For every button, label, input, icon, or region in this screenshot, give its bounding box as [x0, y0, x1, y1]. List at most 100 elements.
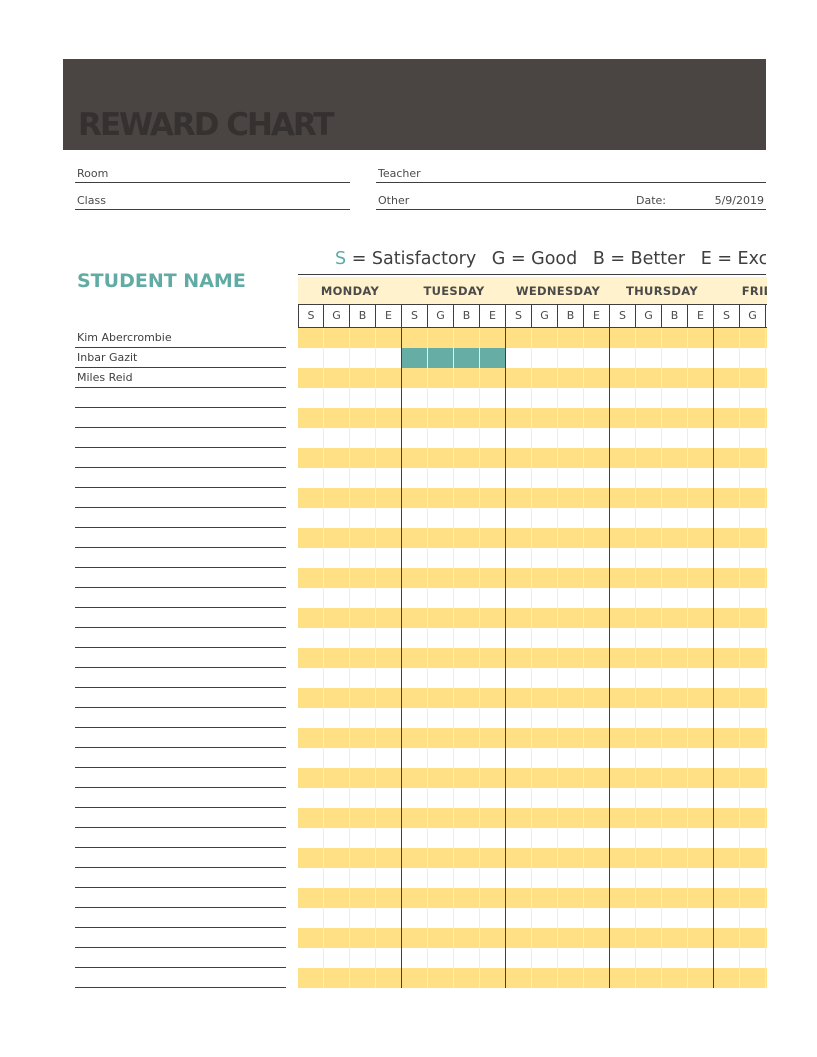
rating-cell-thursday-s[interactable]: [610, 868, 636, 888]
rating-cell-tuesday-b[interactable]: [454, 928, 480, 948]
rating-cell-tuesday-s[interactable]: [402, 608, 428, 628]
rating-cell-monday-s[interactable]: [298, 348, 324, 368]
rating-cell-thursday-e[interactable]: [688, 648, 714, 668]
rating-cell-thursday-g[interactable]: [636, 748, 662, 768]
rating-cell-monday-b[interactable]: [350, 928, 376, 948]
rating-cell-wednesday-s[interactable]: [506, 948, 532, 968]
rating-cell-thursday-g[interactable]: [636, 588, 662, 608]
rating-cell-tuesday-s[interactable]: [402, 328, 428, 348]
rating-cell-tuesday-e[interactable]: [480, 628, 506, 648]
rating-cell-wednesday-b[interactable]: [558, 628, 584, 648]
rating-cell-wednesday-e[interactable]: [584, 328, 610, 348]
rating-cell-thursday-s[interactable]: [610, 348, 636, 368]
rating-cell-monday-e[interactable]: [376, 588, 402, 608]
rating-cell-tuesday-s[interactable]: [402, 728, 428, 748]
rating-cell-friday-g[interactable]: [740, 928, 766, 948]
rating-cell-monday-e[interactable]: [376, 808, 402, 828]
rating-cell-monday-g[interactable]: [324, 788, 350, 808]
rating-cell-thursday-b[interactable]: [662, 588, 688, 608]
rating-cell-tuesday-s[interactable]: [402, 808, 428, 828]
rating-cell-tuesday-b[interactable]: [454, 428, 480, 448]
rating-cell-monday-e[interactable]: [376, 448, 402, 468]
rating-cell-tuesday-b[interactable]: [454, 748, 480, 768]
rating-cell-thursday-b[interactable]: [662, 408, 688, 428]
rating-cell-friday-s[interactable]: [714, 588, 740, 608]
rating-cell-friday-s[interactable]: [714, 928, 740, 948]
rating-cell-monday-s[interactable]: [298, 528, 324, 548]
rating-cell-wednesday-s[interactable]: [506, 628, 532, 648]
rating-cell-thursday-e[interactable]: [688, 768, 714, 788]
rating-cell-monday-s[interactable]: [298, 448, 324, 468]
rating-cell-thursday-g[interactable]: [636, 708, 662, 728]
rating-cell-monday-g[interactable]: [324, 328, 350, 348]
rating-cell-friday-s[interactable]: [714, 548, 740, 568]
rating-cell-friday-s[interactable]: [714, 888, 740, 908]
rating-cell-wednesday-e[interactable]: [584, 588, 610, 608]
rating-cell-thursday-s[interactable]: [610, 728, 636, 748]
rating-cell-tuesday-b[interactable]: [454, 808, 480, 828]
rating-cell-friday-g[interactable]: [740, 448, 766, 468]
rating-cell-wednesday-e[interactable]: [584, 908, 610, 928]
rating-cell-friday-s[interactable]: [714, 808, 740, 828]
rating-cell-friday-s[interactable]: [714, 328, 740, 348]
room-field[interactable]: Room: [75, 163, 350, 183]
rating-cell-tuesday-b[interactable]: [454, 828, 480, 848]
rating-cell-tuesday-e[interactable]: [480, 728, 506, 748]
rating-cell-monday-g[interactable]: [324, 948, 350, 968]
rating-cell-tuesday-s[interactable]: [402, 448, 428, 468]
rating-cell-tuesday-e[interactable]: [480, 548, 506, 568]
rating-cell-monday-e[interactable]: [376, 888, 402, 908]
rating-cell-thursday-e[interactable]: [688, 948, 714, 968]
rating-cell-monday-e[interactable]: [376, 828, 402, 848]
rating-cell-friday-s[interactable]: [714, 348, 740, 368]
rating-cell-thursday-b[interactable]: [662, 348, 688, 368]
rating-cell-thursday-b[interactable]: [662, 788, 688, 808]
rating-cell-monday-g[interactable]: [324, 548, 350, 568]
rating-cell-wednesday-g[interactable]: [532, 668, 558, 688]
rating-cell-friday-g[interactable]: [740, 828, 766, 848]
rating-cell-monday-g[interactable]: [324, 568, 350, 588]
rating-cell-monday-g[interactable]: [324, 968, 350, 988]
rating-cell-tuesday-s[interactable]: [402, 948, 428, 968]
rating-cell-monday-e[interactable]: [376, 568, 402, 588]
rating-cell-monday-b[interactable]: [350, 608, 376, 628]
rating-cell-tuesday-e[interactable]: [480, 808, 506, 828]
rating-cell-thursday-g[interactable]: [636, 348, 662, 368]
rating-cell-friday-b[interactable]: [766, 548, 767, 568]
rating-cell-thursday-b[interactable]: [662, 468, 688, 488]
rating-cell-wednesday-g[interactable]: [532, 448, 558, 468]
rating-cell-friday-b[interactable]: [766, 368, 767, 388]
rating-cell-wednesday-e[interactable]: [584, 868, 610, 888]
rating-cell-monday-s[interactable]: [298, 368, 324, 388]
rating-cell-friday-b[interactable]: [766, 348, 767, 368]
rating-cell-monday-g[interactable]: [324, 828, 350, 848]
rating-cell-wednesday-b[interactable]: [558, 468, 584, 488]
rating-cell-tuesday-g[interactable]: [428, 388, 454, 408]
rating-cell-monday-b[interactable]: [350, 948, 376, 968]
rating-cell-wednesday-g[interactable]: [532, 648, 558, 668]
rating-cell-wednesday-b[interactable]: [558, 648, 584, 668]
rating-cell-wednesday-b[interactable]: [558, 968, 584, 988]
rating-cell-monday-b[interactable]: [350, 328, 376, 348]
rating-cell-friday-g[interactable]: [740, 508, 766, 528]
rating-cell-monday-e[interactable]: [376, 388, 402, 408]
rating-cell-thursday-e[interactable]: [688, 968, 714, 988]
rating-cell-thursday-e[interactable]: [688, 568, 714, 588]
student-name-row[interactable]: [75, 908, 286, 928]
rating-cell-thursday-e[interactable]: [688, 508, 714, 528]
rating-cell-thursday-s[interactable]: [610, 448, 636, 468]
rating-cell-friday-b[interactable]: [766, 828, 767, 848]
rating-cell-tuesday-b[interactable]: [454, 708, 480, 728]
rating-cell-wednesday-e[interactable]: [584, 488, 610, 508]
rating-cell-friday-s[interactable]: [714, 648, 740, 668]
rating-cell-monday-s[interactable]: [298, 748, 324, 768]
rating-cell-friday-s[interactable]: [714, 728, 740, 748]
rating-cell-thursday-g[interactable]: [636, 608, 662, 628]
rating-cell-thursday-g[interactable]: [636, 788, 662, 808]
rating-cell-friday-g[interactable]: [740, 788, 766, 808]
rating-cell-friday-g[interactable]: [740, 748, 766, 768]
rating-cell-tuesday-e[interactable]: [480, 848, 506, 868]
rating-cell-tuesday-b[interactable]: [454, 468, 480, 488]
rating-cell-tuesday-b[interactable]: [454, 368, 480, 388]
rating-cell-thursday-e[interactable]: [688, 548, 714, 568]
